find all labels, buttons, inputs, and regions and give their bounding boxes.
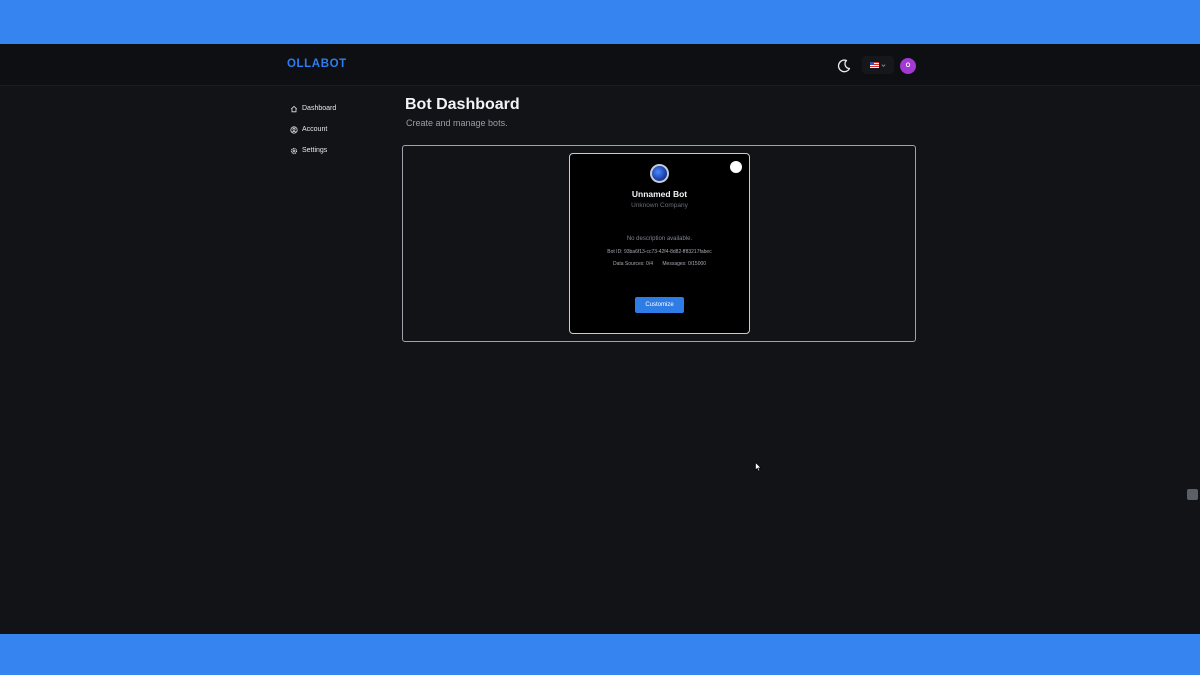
user-circle-icon bbox=[290, 125, 298, 134]
bot-data-sources: Data Sources: 0/4 bbox=[612, 261, 653, 267]
sidebar: Dashboard Account Settings bbox=[290, 98, 336, 161]
bots-panel: Unnamed Bot Unknown Company No descripti… bbox=[402, 145, 916, 342]
side-scroll-handle[interactable] bbox=[1187, 489, 1198, 500]
moon-icon[interactable] bbox=[836, 58, 852, 74]
bot-card[interactable]: Unnamed Bot Unknown Company No descripti… bbox=[569, 153, 750, 334]
customize-button[interactable]: Customize bbox=[635, 297, 684, 313]
user-avatar[interactable]: O bbox=[900, 58, 916, 74]
sidebar-item-account[interactable]: Account bbox=[290, 119, 336, 140]
bot-name: Unnamed Bot bbox=[631, 189, 688, 199]
page-title: Bot Dashboard bbox=[405, 96, 520, 113]
bot-company: Unknown Company bbox=[631, 202, 688, 209]
language-select[interactable] bbox=[862, 56, 894, 74]
gear-icon bbox=[290, 147, 298, 154]
bot-description: No description available. bbox=[626, 236, 693, 242]
bot-id: Bot ID: 93ba6f13-cc73-42f4-8d82-ff83217f… bbox=[607, 249, 712, 255]
sidebar-item-label: Account bbox=[302, 126, 328, 133]
bot-logo-icon bbox=[652, 166, 667, 181]
us-flag-icon bbox=[870, 62, 879, 68]
top-navbar: OLLABOT O bbox=[0, 44, 1200, 86]
ollabot-logo[interactable]: OLLABOT bbox=[287, 58, 347, 70]
app-screen: OLLABOT O Dashboard Account Settings Bot… bbox=[0, 44, 1200, 634]
bot-avatar bbox=[650, 164, 669, 183]
bot-messages: Messages: 0/15000 bbox=[662, 261, 707, 267]
chevron-down-icon bbox=[881, 63, 886, 67]
sidebar-item-dashboard[interactable]: Dashboard bbox=[290, 98, 336, 119]
sidebar-item-settings[interactable]: Settings bbox=[290, 140, 336, 161]
sidebar-item-label: Dashboard bbox=[302, 105, 337, 112]
page-subtitle: Create and manage bots. bbox=[406, 118, 508, 128]
home-icon bbox=[290, 105, 298, 112]
sidebar-item-label: Settings bbox=[302, 147, 328, 154]
mouse-cursor-icon bbox=[755, 462, 762, 472]
bot-stats: Data Sources: 0/4 Messages: 0/15000 bbox=[570, 261, 749, 267]
bot-select-radio[interactable] bbox=[730, 161, 742, 173]
